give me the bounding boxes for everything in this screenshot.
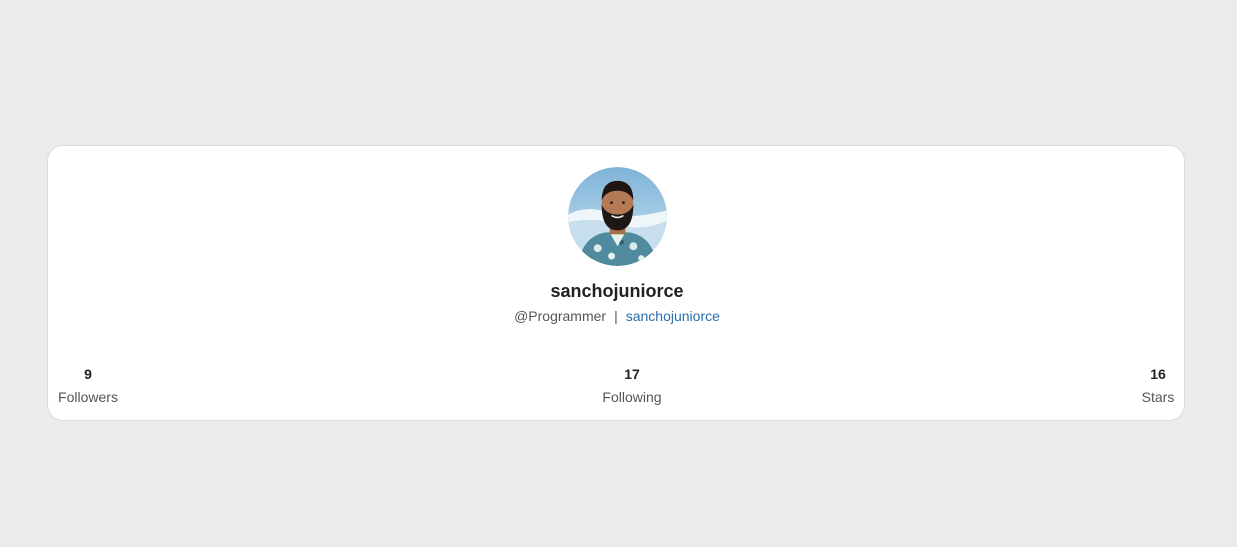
profile-username: sanchojuniorce: [550, 281, 684, 301]
stat-followers[interactable]: 9 Followers: [58, 366, 118, 406]
profile-role: @Programmer: [514, 308, 607, 324]
stat-following[interactable]: 17 Following: [597, 366, 667, 406]
stat-value: 9: [84, 366, 92, 382]
profile-card: sanchojuniorce @Programmer | sanchojuniorc…: [47, 145, 1185, 421]
stat-label: Followers: [58, 389, 118, 405]
stat-value: 17: [624, 366, 640, 382]
stat-stars[interactable]: 16 Stars: [1138, 366, 1178, 406]
stat-value: 16: [1150, 366, 1166, 382]
separator: |: [614, 308, 618, 324]
profile-subline: @Programmer | sanchojuniorce: [48, 308, 1186, 324]
stat-label: Following: [602, 389, 662, 405]
profile-link[interactable]: sanchojuniorce: [626, 308, 720, 324]
stat-label: Stars: [1141, 389, 1175, 405]
avatar[interactable]: [568, 167, 667, 266]
